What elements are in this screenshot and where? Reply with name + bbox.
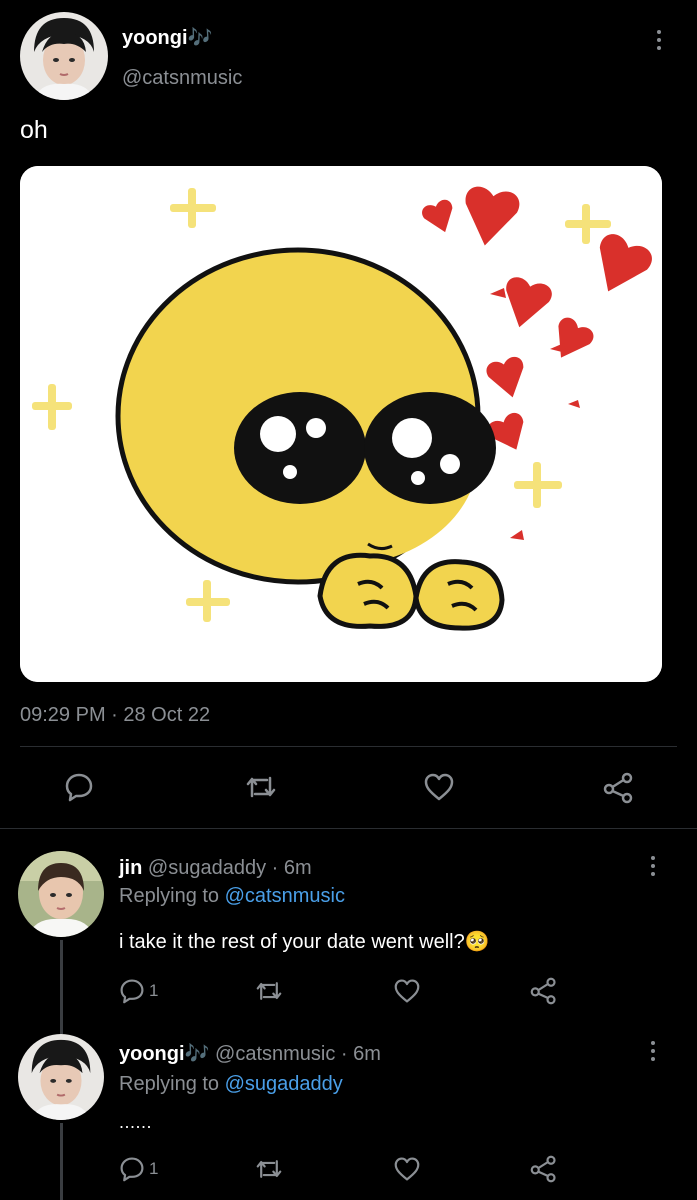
author-handle[interactable]: @sugadaddy <box>148 857 266 879</box>
author-name[interactable]: yoongi🎶 <box>122 25 212 50</box>
reply-time: · 6m <box>271 857 312 879</box>
more-options-icon[interactable] <box>649 1041 657 1061</box>
author-handle[interactable]: @catsnmusic <box>122 67 242 90</box>
share-icon <box>530 977 556 1005</box>
more-options-icon[interactable] <box>649 856 657 876</box>
like-button[interactable] <box>393 978 421 1004</box>
reply-count: 1 <box>149 981 159 1000</box>
reply-text: ...... <box>119 1112 153 1132</box>
retweet-button[interactable] <box>255 1156 283 1182</box>
share-icon <box>603 772 633 804</box>
heart-outline-icon <box>394 979 420 1003</box>
reply-icon <box>65 773 93 802</box>
replying-to-label: Replying to <box>119 885 220 907</box>
heart-outline-icon <box>424 773 454 801</box>
share-button[interactable] <box>530 977 558 1005</box>
replying-to-handle[interactable]: @sugadaddy <box>225 1073 343 1095</box>
tweet-text: oh <box>20 116 48 144</box>
retweet-button[interactable] <box>245 772 277 802</box>
thread-line <box>60 940 63 1034</box>
reply-button[interactable] <box>64 772 94 802</box>
reply-icon <box>120 1157 144 1182</box>
share-button[interactable] <box>603 772 635 804</box>
reply-count: 1 <box>149 1159 159 1178</box>
heart-outline-icon <box>394 1157 420 1181</box>
like-button[interactable] <box>423 772 455 802</box>
divider <box>0 828 697 829</box>
tweet-image[interactable] <box>20 166 662 682</box>
thread-line <box>60 1123 63 1200</box>
author-name[interactable]: jin <box>119 857 142 879</box>
reply-button[interactable]: 1 <box>119 978 158 1004</box>
reply-icon <box>120 979 144 1004</box>
share-icon <box>530 1155 556 1183</box>
avatar-image <box>20 12 108 100</box>
avatar[interactable] <box>18 1034 104 1120</box>
reply-text: i take it the rest of your date went wel… <box>119 931 490 953</box>
more-options-icon[interactable] <box>655 30 663 50</box>
avatar-image <box>18 1034 104 1120</box>
retweet-icon <box>256 982 282 1000</box>
retweet-icon <box>246 776 276 798</box>
like-button[interactable] <box>393 1156 421 1182</box>
author-name[interactable]: yoongi🎶 <box>119 1043 209 1065</box>
share-button[interactable] <box>530 1155 558 1183</box>
pleading-emoji-illustration <box>20 166 662 682</box>
avatar[interactable] <box>18 851 104 937</box>
avatar[interactable] <box>20 12 108 100</box>
author-handle[interactable]: @catsnmusic <box>215 1043 335 1065</box>
reply-button[interactable]: 1 <box>119 1156 158 1182</box>
tweet-timestamp[interactable]: 09:29 PM · 28 Oct 22 <box>20 704 210 727</box>
divider <box>20 746 677 747</box>
retweet-icon <box>256 1160 282 1178</box>
retweet-button[interactable] <box>255 978 283 1004</box>
reply-time: · 6m <box>340 1043 381 1065</box>
avatar-image <box>18 851 104 937</box>
replying-to-label: Replying to <box>119 1073 220 1095</box>
replying-to-handle[interactable]: @catsnmusic <box>225 885 345 907</box>
